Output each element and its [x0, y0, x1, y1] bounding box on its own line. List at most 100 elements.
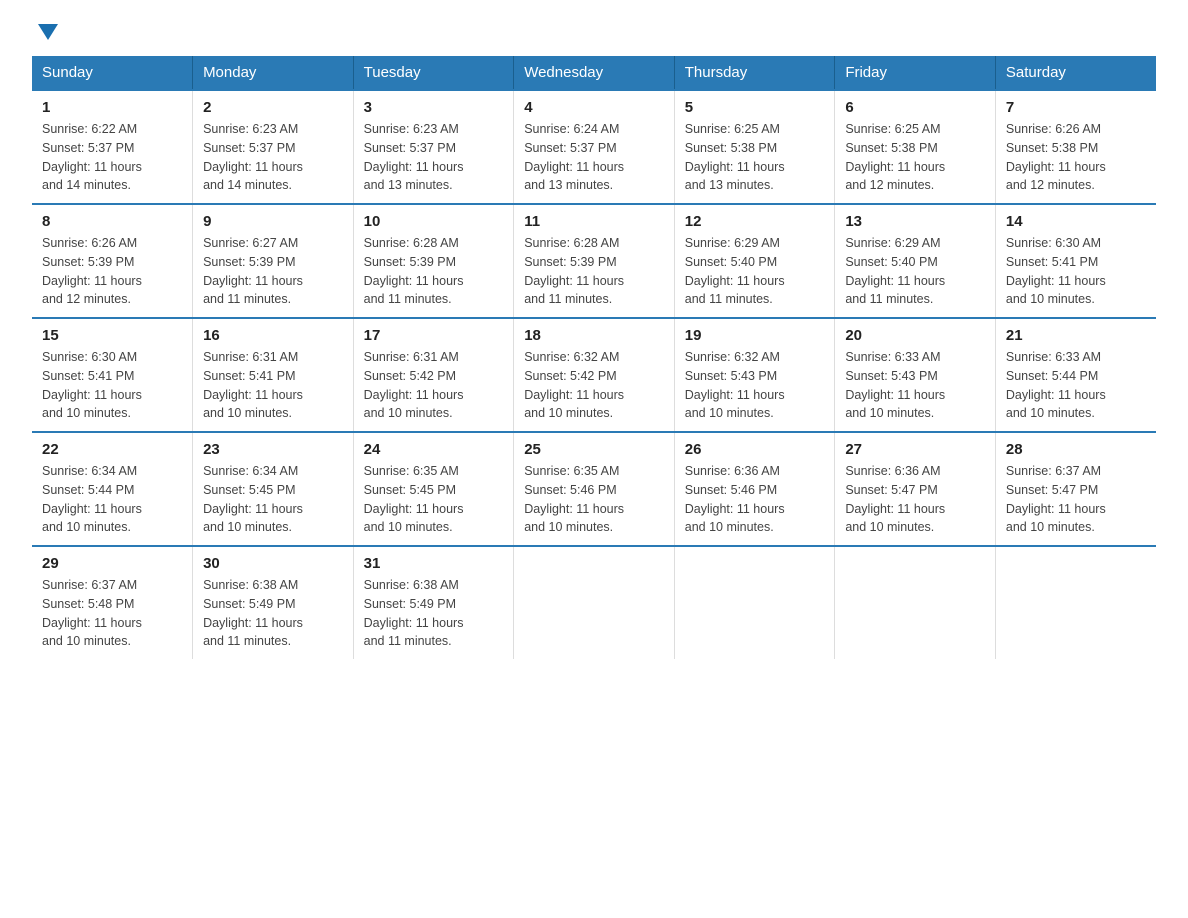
- calendar-cell: 3 Sunrise: 6:23 AMSunset: 5:37 PMDayligh…: [353, 90, 514, 204]
- calendar-cell: 31 Sunrise: 6:38 AMSunset: 5:49 PMDaylig…: [353, 546, 514, 659]
- day-info: Sunrise: 6:37 AMSunset: 5:48 PMDaylight:…: [42, 576, 182, 651]
- calendar-cell: 30 Sunrise: 6:38 AMSunset: 5:49 PMDaylig…: [193, 546, 354, 659]
- day-number: 17: [364, 327, 504, 344]
- page-header: [32, 24, 1156, 40]
- calendar-cell: 18 Sunrise: 6:32 AMSunset: 5:42 PMDaylig…: [514, 318, 675, 432]
- calendar-week-row: 15 Sunrise: 6:30 AMSunset: 5:41 PMDaylig…: [32, 318, 1156, 432]
- calendar-cell: 17 Sunrise: 6:31 AMSunset: 5:42 PMDaylig…: [353, 318, 514, 432]
- day-info: Sunrise: 6:25 AMSunset: 5:38 PMDaylight:…: [685, 120, 825, 195]
- calendar-cell: 25 Sunrise: 6:35 AMSunset: 5:46 PMDaylig…: [514, 432, 675, 546]
- day-info: Sunrise: 6:29 AMSunset: 5:40 PMDaylight:…: [845, 234, 985, 309]
- day-info: Sunrise: 6:31 AMSunset: 5:42 PMDaylight:…: [364, 348, 504, 423]
- day-info: Sunrise: 6:24 AMSunset: 5:37 PMDaylight:…: [524, 120, 664, 195]
- day-number: 6: [845, 99, 985, 116]
- calendar-cell: [835, 546, 996, 659]
- day-info: Sunrise: 6:23 AMSunset: 5:37 PMDaylight:…: [364, 120, 504, 195]
- day-number: 12: [685, 213, 825, 230]
- day-info: Sunrise: 6:38 AMSunset: 5:49 PMDaylight:…: [203, 576, 343, 651]
- day-number: 27: [845, 441, 985, 458]
- day-info: Sunrise: 6:22 AMSunset: 5:37 PMDaylight:…: [42, 120, 182, 195]
- calendar-cell: 27 Sunrise: 6:36 AMSunset: 5:47 PMDaylig…: [835, 432, 996, 546]
- day-number: 13: [845, 213, 985, 230]
- calendar-cell: 24 Sunrise: 6:35 AMSunset: 5:45 PMDaylig…: [353, 432, 514, 546]
- calendar-cell: 1 Sunrise: 6:22 AMSunset: 5:37 PMDayligh…: [32, 90, 193, 204]
- day-info: Sunrise: 6:27 AMSunset: 5:39 PMDaylight:…: [203, 234, 343, 309]
- day-number: 1: [42, 99, 182, 116]
- day-number: 29: [42, 555, 182, 572]
- day-info: Sunrise: 6:32 AMSunset: 5:43 PMDaylight:…: [685, 348, 825, 423]
- calendar-cell: 14 Sunrise: 6:30 AMSunset: 5:41 PMDaylig…: [995, 204, 1156, 318]
- calendar-cell: [995, 546, 1156, 659]
- calendar-cell: 5 Sunrise: 6:25 AMSunset: 5:38 PMDayligh…: [674, 90, 835, 204]
- calendar-cell: 29 Sunrise: 6:37 AMSunset: 5:48 PMDaylig…: [32, 546, 193, 659]
- day-info: Sunrise: 6:34 AMSunset: 5:45 PMDaylight:…: [203, 462, 343, 537]
- day-info: Sunrise: 6:32 AMSunset: 5:42 PMDaylight:…: [524, 348, 664, 423]
- day-number: 5: [685, 99, 825, 116]
- calendar-header-row: SundayMondayTuesdayWednesdayThursdayFrid…: [32, 56, 1156, 90]
- day-number: 21: [1006, 327, 1146, 344]
- calendar-cell: 23 Sunrise: 6:34 AMSunset: 5:45 PMDaylig…: [193, 432, 354, 546]
- day-info: Sunrise: 6:36 AMSunset: 5:46 PMDaylight:…: [685, 462, 825, 537]
- calendar-cell: 6 Sunrise: 6:25 AMSunset: 5:38 PMDayligh…: [835, 90, 996, 204]
- col-header-wednesday: Wednesday: [514, 56, 675, 90]
- day-number: 25: [524, 441, 664, 458]
- day-info: Sunrise: 6:25 AMSunset: 5:38 PMDaylight:…: [845, 120, 985, 195]
- day-number: 14: [1006, 213, 1146, 230]
- day-info: Sunrise: 6:35 AMSunset: 5:46 PMDaylight:…: [524, 462, 664, 537]
- calendar-cell: [674, 546, 835, 659]
- day-number: 2: [203, 99, 343, 116]
- day-number: 30: [203, 555, 343, 572]
- day-info: Sunrise: 6:28 AMSunset: 5:39 PMDaylight:…: [524, 234, 664, 309]
- calendar-cell: 26 Sunrise: 6:36 AMSunset: 5:46 PMDaylig…: [674, 432, 835, 546]
- day-info: Sunrise: 6:35 AMSunset: 5:45 PMDaylight:…: [364, 462, 504, 537]
- logo-triangle-icon: [38, 24, 58, 40]
- day-number: 24: [364, 441, 504, 458]
- day-info: Sunrise: 6:23 AMSunset: 5:37 PMDaylight:…: [203, 120, 343, 195]
- col-header-monday: Monday: [193, 56, 354, 90]
- day-info: Sunrise: 6:26 AMSunset: 5:38 PMDaylight:…: [1006, 120, 1146, 195]
- day-info: Sunrise: 6:33 AMSunset: 5:43 PMDaylight:…: [845, 348, 985, 423]
- day-number: 15: [42, 327, 182, 344]
- day-info: Sunrise: 6:29 AMSunset: 5:40 PMDaylight:…: [685, 234, 825, 309]
- calendar-cell: 11 Sunrise: 6:28 AMSunset: 5:39 PMDaylig…: [514, 204, 675, 318]
- calendar-cell: 21 Sunrise: 6:33 AMSunset: 5:44 PMDaylig…: [995, 318, 1156, 432]
- day-number: 28: [1006, 441, 1146, 458]
- col-header-sunday: Sunday: [32, 56, 193, 90]
- calendar-week-row: 22 Sunrise: 6:34 AMSunset: 5:44 PMDaylig…: [32, 432, 1156, 546]
- day-info: Sunrise: 6:37 AMSunset: 5:47 PMDaylight:…: [1006, 462, 1146, 537]
- day-number: 9: [203, 213, 343, 230]
- calendar-cell: 13 Sunrise: 6:29 AMSunset: 5:40 PMDaylig…: [835, 204, 996, 318]
- day-info: Sunrise: 6:33 AMSunset: 5:44 PMDaylight:…: [1006, 348, 1146, 423]
- day-number: 16: [203, 327, 343, 344]
- day-number: 10: [364, 213, 504, 230]
- col-header-thursday: Thursday: [674, 56, 835, 90]
- calendar-cell: [514, 546, 675, 659]
- calendar-cell: 28 Sunrise: 6:37 AMSunset: 5:47 PMDaylig…: [995, 432, 1156, 546]
- logo: [32, 24, 58, 40]
- col-header-friday: Friday: [835, 56, 996, 90]
- calendar-week-row: 8 Sunrise: 6:26 AMSunset: 5:39 PMDayligh…: [32, 204, 1156, 318]
- day-info: Sunrise: 6:26 AMSunset: 5:39 PMDaylight:…: [42, 234, 182, 309]
- calendar-cell: 7 Sunrise: 6:26 AMSunset: 5:38 PMDayligh…: [995, 90, 1156, 204]
- day-number: 31: [364, 555, 504, 572]
- calendar-cell: 16 Sunrise: 6:31 AMSunset: 5:41 PMDaylig…: [193, 318, 354, 432]
- day-number: 8: [42, 213, 182, 230]
- day-info: Sunrise: 6:34 AMSunset: 5:44 PMDaylight:…: [42, 462, 182, 537]
- day-info: Sunrise: 6:38 AMSunset: 5:49 PMDaylight:…: [364, 576, 504, 651]
- day-info: Sunrise: 6:30 AMSunset: 5:41 PMDaylight:…: [42, 348, 182, 423]
- day-number: 26: [685, 441, 825, 458]
- calendar-cell: 20 Sunrise: 6:33 AMSunset: 5:43 PMDaylig…: [835, 318, 996, 432]
- day-number: 7: [1006, 99, 1146, 116]
- calendar-cell: 15 Sunrise: 6:30 AMSunset: 5:41 PMDaylig…: [32, 318, 193, 432]
- calendar-week-row: 29 Sunrise: 6:37 AMSunset: 5:48 PMDaylig…: [32, 546, 1156, 659]
- day-number: 20: [845, 327, 985, 344]
- calendar-cell: 9 Sunrise: 6:27 AMSunset: 5:39 PMDayligh…: [193, 204, 354, 318]
- calendar-cell: 2 Sunrise: 6:23 AMSunset: 5:37 PMDayligh…: [193, 90, 354, 204]
- calendar-cell: 8 Sunrise: 6:26 AMSunset: 5:39 PMDayligh…: [32, 204, 193, 318]
- logo-blue: [32, 24, 58, 40]
- day-number: 23: [203, 441, 343, 458]
- day-number: 4: [524, 99, 664, 116]
- day-number: 19: [685, 327, 825, 344]
- day-info: Sunrise: 6:36 AMSunset: 5:47 PMDaylight:…: [845, 462, 985, 537]
- calendar-cell: 12 Sunrise: 6:29 AMSunset: 5:40 PMDaylig…: [674, 204, 835, 318]
